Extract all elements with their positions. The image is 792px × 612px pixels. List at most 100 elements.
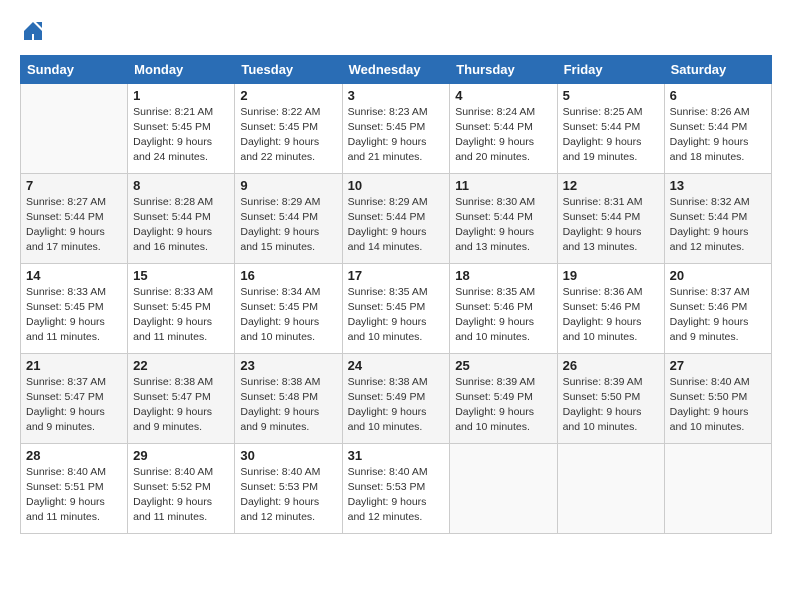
weekday-header-tuesday: Tuesday <box>235 55 342 83</box>
weekday-header-wednesday: Wednesday <box>342 55 450 83</box>
day-number: 14 <box>26 268 122 283</box>
calendar-cell <box>664 443 771 533</box>
calendar-week-row: 1 Sunrise: 8:21 AMSunset: 5:45 PMDaylight… <box>21 83 772 173</box>
weekday-header-saturday: Saturday <box>664 55 771 83</box>
day-info: Sunrise: 8:40 AMSunset: 5:52 PMDaylight:… <box>133 465 229 526</box>
day-info: Sunrise: 8:21 AMSunset: 5:45 PMDaylight:… <box>133 105 229 166</box>
calendar-cell: 6 Sunrise: 8:26 AMSunset: 5:44 PMDaylight… <box>664 83 771 173</box>
day-info: Sunrise: 8:29 AMSunset: 5:44 PMDaylight:… <box>348 195 445 256</box>
calendar-cell: 31 Sunrise: 8:40 AMSunset: 5:53 PMDayligh… <box>342 443 450 533</box>
day-number: 3 <box>348 88 445 103</box>
day-info: Sunrise: 8:30 AMSunset: 5:44 PMDaylight:… <box>455 195 551 256</box>
calendar-cell <box>21 83 128 173</box>
calendar-table: SundayMondayTuesdayWednesdayThursdayFrid… <box>20 55 772 534</box>
weekday-header-monday: Monday <box>128 55 235 83</box>
calendar-cell: 25 Sunrise: 8:39 AMSunset: 5:49 PMDayligh… <box>450 353 557 443</box>
day-number: 18 <box>455 268 551 283</box>
calendar-cell: 17 Sunrise: 8:35 AMSunset: 5:45 PMDayligh… <box>342 263 450 353</box>
calendar-cell: 29 Sunrise: 8:40 AMSunset: 5:52 PMDayligh… <box>128 443 235 533</box>
calendar-cell: 14 Sunrise: 8:33 AMSunset: 5:45 PMDayligh… <box>21 263 128 353</box>
day-number: 4 <box>455 88 551 103</box>
calendar-cell <box>450 443 557 533</box>
day-number: 26 <box>563 358 659 373</box>
calendar-cell: 24 Sunrise: 8:38 AMSunset: 5:49 PMDayligh… <box>342 353 450 443</box>
logo-icon <box>22 20 44 42</box>
calendar-cell: 13 Sunrise: 8:32 AMSunset: 5:44 PMDayligh… <box>664 173 771 263</box>
calendar-cell: 16Sunrise: 8:34 AMSunset: 5:45 PMDayligh… <box>235 263 342 353</box>
calendar-cell: 28Sunrise: 8:40 AMSunset: 5:51 PMDayligh… <box>21 443 128 533</box>
day-info: Sunrise: 8:38 AMSunset: 5:47 PMDaylight:… <box>133 375 229 436</box>
day-info: Sunrise: 8:38 AMSunset: 5:48 PMDaylight:… <box>240 375 336 436</box>
day-number: 25 <box>455 358 551 373</box>
calendar-week-row: 14 Sunrise: 8:33 AMSunset: 5:45 PMDayligh… <box>21 263 772 353</box>
day-info: Sunrise: 8:33 AMSunset: 5:45 PMDaylight:… <box>26 285 122 346</box>
day-number: 5 <box>563 88 659 103</box>
day-info: Sunrise: 8:37 AMSunset: 5:47 PMDaylight:… <box>26 375 122 436</box>
page-header <box>20 16 772 47</box>
day-number: 27 <box>670 358 766 373</box>
day-info: Sunrise: 8:36 AMSunset: 5:46 PMDaylight:… <box>563 285 659 346</box>
day-number: 20 <box>670 268 766 283</box>
calendar-cell: 2Sunrise: 8:22 AMSunset: 5:45 PMDaylight… <box>235 83 342 173</box>
calendar-cell: 19 Sunrise: 8:36 AMSunset: 5:46 PMDayligh… <box>557 263 664 353</box>
day-number: 17 <box>348 268 445 283</box>
day-info: Sunrise: 8:31 AMSunset: 5:44 PMDaylight:… <box>563 195 659 256</box>
day-info: Sunrise: 8:33 AMSunset: 5:45 PMDaylight:… <box>133 285 229 346</box>
calendar-cell: 27 Sunrise: 8:40 AMSunset: 5:50 PMDayligh… <box>664 353 771 443</box>
calendar-cell: 1 Sunrise: 8:21 AMSunset: 5:45 PMDaylight… <box>128 83 235 173</box>
day-info: Sunrise: 8:24 AMSunset: 5:44 PMDaylight:… <box>455 105 551 166</box>
day-info: Sunrise: 8:40 AMSunset: 5:50 PMDaylight:… <box>670 375 766 436</box>
day-info: Sunrise: 8:39 AMSunset: 5:50 PMDaylight:… <box>563 375 659 436</box>
weekday-header-sunday: Sunday <box>21 55 128 83</box>
calendar-cell: 4 Sunrise: 8:24 AMSunset: 5:44 PMDaylight… <box>450 83 557 173</box>
day-info: Sunrise: 8:40 AMSunset: 5:53 PMDaylight:… <box>240 465 336 526</box>
day-number: 8 <box>133 178 229 193</box>
day-number: 28 <box>26 448 122 463</box>
day-number: 12 <box>563 178 659 193</box>
day-info: Sunrise: 8:26 AMSunset: 5:44 PMDaylight:… <box>670 105 766 166</box>
calendar-cell: 7 Sunrise: 8:27 AMSunset: 5:44 PMDaylight… <box>21 173 128 263</box>
day-number: 15 <box>133 268 229 283</box>
calendar-week-row: 28Sunrise: 8:40 AMSunset: 5:51 PMDayligh… <box>21 443 772 533</box>
calendar-cell: 5 Sunrise: 8:25 AMSunset: 5:44 PMDaylight… <box>557 83 664 173</box>
day-number: 6 <box>670 88 766 103</box>
calendar-cell: 3 Sunrise: 8:23 AMSunset: 5:45 PMDaylight… <box>342 83 450 173</box>
day-number: 31 <box>348 448 445 463</box>
day-number: 7 <box>26 178 122 193</box>
calendar-cell <box>557 443 664 533</box>
day-info: Sunrise: 8:23 AMSunset: 5:45 PMDaylight:… <box>348 105 445 166</box>
day-info: Sunrise: 8:38 AMSunset: 5:49 PMDaylight:… <box>348 375 445 436</box>
calendar-cell: 23 Sunrise: 8:38 AMSunset: 5:48 PMDayligh… <box>235 353 342 443</box>
calendar-cell: 10 Sunrise: 8:29 AMSunset: 5:44 PMDayligh… <box>342 173 450 263</box>
calendar-cell: 11Sunrise: 8:30 AMSunset: 5:44 PMDayligh… <box>450 173 557 263</box>
day-info: Sunrise: 8:29 AMSunset: 5:44 PMDaylight:… <box>240 195 336 256</box>
day-number: 1 <box>133 88 229 103</box>
day-number: 9 <box>240 178 336 193</box>
calendar-cell: 20Sunrise: 8:37 AMSunset: 5:46 PMDayligh… <box>664 263 771 353</box>
calendar-cell: 21 Sunrise: 8:37 AMSunset: 5:47 PMDayligh… <box>21 353 128 443</box>
calendar-cell: 22Sunrise: 8:38 AMSunset: 5:47 PMDayligh… <box>128 353 235 443</box>
day-number: 24 <box>348 358 445 373</box>
day-info: Sunrise: 8:39 AMSunset: 5:49 PMDaylight:… <box>455 375 551 436</box>
calendar-week-row: 7 Sunrise: 8:27 AMSunset: 5:44 PMDaylight… <box>21 173 772 263</box>
day-number: 10 <box>348 178 445 193</box>
day-number: 21 <box>26 358 122 373</box>
day-number: 19 <box>563 268 659 283</box>
calendar-cell: 15 Sunrise: 8:33 AMSunset: 5:45 PMDayligh… <box>128 263 235 353</box>
calendar-cell: 8Sunrise: 8:28 AMSunset: 5:44 PMDaylight… <box>128 173 235 263</box>
day-info: Sunrise: 8:27 AMSunset: 5:44 PMDaylight:… <box>26 195 122 256</box>
calendar-cell: 30 Sunrise: 8:40 AMSunset: 5:53 PMDayligh… <box>235 443 342 533</box>
calendar-cell: 12 Sunrise: 8:31 AMSunset: 5:44 PMDayligh… <box>557 173 664 263</box>
day-number: 23 <box>240 358 336 373</box>
calendar-header-row: SundayMondayTuesdayWednesdayThursdayFrid… <box>21 55 772 83</box>
day-number: 30 <box>240 448 336 463</box>
day-info: Sunrise: 8:35 AMSunset: 5:45 PMDaylight:… <box>348 285 445 346</box>
day-info: Sunrise: 8:25 AMSunset: 5:44 PMDaylight:… <box>563 105 659 166</box>
logo <box>20 20 44 47</box>
day-number: 13 <box>670 178 766 193</box>
weekday-header-friday: Friday <box>557 55 664 83</box>
day-info: Sunrise: 8:32 AMSunset: 5:44 PMDaylight:… <box>670 195 766 256</box>
day-number: 16 <box>240 268 336 283</box>
day-info: Sunrise: 8:40 AMSunset: 5:53 PMDaylight:… <box>348 465 445 526</box>
day-number: 29 <box>133 448 229 463</box>
